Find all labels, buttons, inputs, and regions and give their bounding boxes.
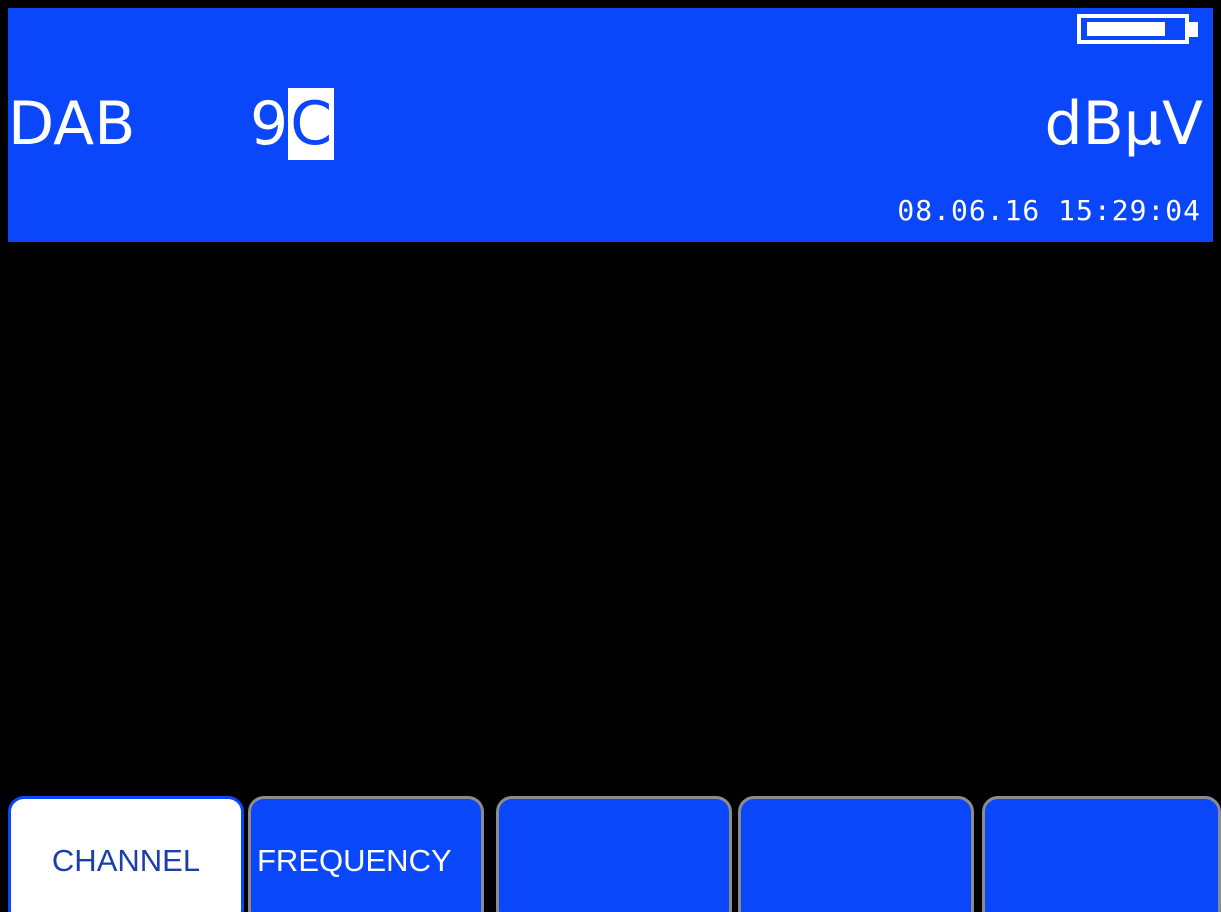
softkey-frequency[interactable]: FREQUENCY [248,796,484,912]
unit-label[interactable]: dBµV [1045,88,1203,160]
mode-label: DAB [8,89,136,159]
softkey-5[interactable] [982,796,1221,912]
softkey-3[interactable] [496,796,732,912]
channel-edit-cursor[interactable]: C [288,88,335,160]
status-header: DAB 9 C dBµV 08.06.16 15:29:04 [8,8,1213,242]
channel-prefix: 9 [250,89,289,159]
softkey-4[interactable] [738,796,974,912]
channel-field[interactable]: 9 C [250,88,335,160]
softkey-bar: CHANNEL FREQUENCY [8,796,1221,912]
battery-level-fill [1087,22,1165,36]
softkey-channel[interactable]: CHANNEL [8,796,244,912]
battery-icon [1077,14,1189,44]
meter-screen: DAB 9 C dBµV 08.06.16 15:29:04 CHANNEL F… [0,0,1221,912]
battery-terminal [1189,22,1198,37]
measurement-display [0,242,1221,796]
datetime-readout: 08.06.16 15:29:04 [897,194,1201,227]
